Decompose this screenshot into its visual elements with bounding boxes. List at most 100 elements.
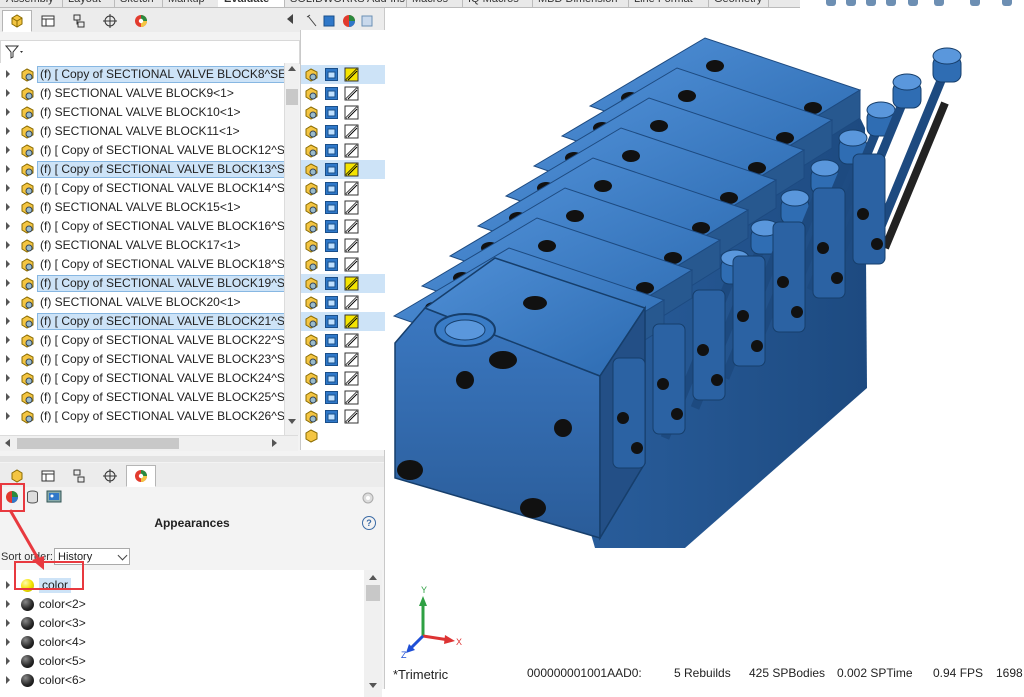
appearance-swatch-icon[interactable] — [344, 352, 359, 367]
appearance-swatch-icon[interactable] — [344, 219, 359, 234]
valve-block-model[interactable]: Y X Z — [385, 8, 1024, 689]
display-mode-icon[interactable] — [324, 352, 339, 367]
display-mode-icon[interactable] — [324, 390, 339, 405]
display-mode-icon[interactable] — [324, 200, 339, 215]
tree-item[interactable]: (f) SECTIONAL VALVE BLOCK15<1> — [0, 198, 284, 217]
appearance-swatch-icon[interactable] — [344, 143, 359, 158]
appearance-swatch-icon[interactable] — [344, 409, 359, 424]
tree-item[interactable]: (f) SECTIONAL VALVE BLOCK20<1> — [0, 293, 284, 312]
tree-scroll-thumb[interactable] — [286, 89, 298, 105]
tree-item[interactable]: (f) [ Copy of SECTIONAL VALVE BLOCK14^SE… — [0, 179, 284, 198]
appearance-scroll-thumb[interactable] — [366, 585, 380, 601]
expand-arrow-icon[interactable] — [6, 279, 10, 287]
display-pane-row[interactable] — [301, 369, 385, 388]
appearance-list-item[interactable]: color<4> — [0, 633, 364, 652]
ribbon-tab[interactable]: Sketch — [114, 0, 163, 7]
display-pane-row[interactable] — [301, 141, 385, 160]
expand-arrow-icon[interactable] — [6, 127, 10, 135]
expand-arrow-icon[interactable] — [6, 146, 10, 154]
expand-arrow-icon[interactable] — [6, 600, 10, 608]
expand-arrow-icon[interactable] — [6, 89, 10, 97]
expand-arrow-icon[interactable] — [6, 222, 10, 230]
tree-item[interactable]: (f) [ Copy of SECTIONAL VALVE BLOCK22^SE… — [0, 331, 284, 350]
display-style-icon[interactable] — [934, 0, 944, 6]
component-visible-icon[interactable] — [304, 295, 319, 310]
expand-arrow-icon[interactable] — [6, 412, 10, 420]
tree-item[interactable]: (f) [ Copy of SECTIONAL VALVE BLOCK26^SE… — [0, 407, 284, 426]
propertymanager-tab[interactable] — [33, 10, 63, 32]
appearance-list-item[interactable]: color<3> — [0, 614, 364, 633]
component-visible-icon[interactable] — [304, 105, 319, 120]
component-visible-icon[interactable] — [304, 219, 319, 234]
display-mode-icon[interactable] — [324, 314, 339, 329]
expand-arrow-icon[interactable] — [6, 355, 10, 363]
display-pane-row[interactable] — [301, 160, 385, 179]
component-visible-icon[interactable] — [304, 409, 319, 424]
ribbon-tab[interactable]: Evaluate — [218, 0, 285, 7]
display-pane-row[interactable] — [301, 426, 385, 445]
appearance-swatch-icon[interactable] — [344, 181, 359, 196]
previous-view-icon[interactable] — [866, 0, 876, 6]
appearance-swatch-icon[interactable] — [344, 295, 359, 310]
display-mode-icon[interactable] — [324, 67, 339, 82]
component-visible-icon[interactable] — [304, 352, 319, 367]
tree-item[interactable]: (f) [ Copy of SECTIONAL VALVE BLOCK18^SE… — [0, 255, 284, 274]
tree-horizontal-scrollbar[interactable] — [0, 435, 298, 451]
ribbon-tab[interactable]: Macros — [406, 0, 463, 7]
display-pane-row[interactable] — [301, 217, 385, 236]
expand-arrow-icon[interactable] — [6, 676, 10, 684]
display-mode-icon[interactable] — [324, 124, 339, 139]
help-icon[interactable]: ? — [362, 516, 376, 530]
appearance-swatch-icon[interactable] — [344, 67, 359, 82]
appearance-list-item[interactable]: color<5> — [0, 652, 364, 671]
expand-arrow-icon[interactable] — [6, 70, 10, 78]
display-pane-row[interactable] — [301, 255, 385, 274]
display-pane-row[interactable] — [301, 350, 385, 369]
configurationmanager-tab[interactable] — [64, 10, 94, 32]
component-visible-icon[interactable] — [304, 428, 319, 443]
display-pane-row[interactable] — [301, 236, 385, 255]
display-pane-row[interactable] — [301, 198, 385, 217]
tree-item[interactable]: (f) [ Copy of SECTIONAL VALVE BLOCK19^SE… — [0, 274, 284, 293]
ribbon-tab[interactable]: Line Format — [628, 0, 709, 7]
component-visible-icon[interactable] — [304, 200, 319, 215]
section-view-icon[interactable] — [886, 0, 896, 6]
component-visible-icon[interactable] — [304, 124, 319, 139]
ribbon-tab[interactable]: Assembly — [0, 0, 63, 7]
component-visible-icon[interactable] — [304, 238, 319, 253]
display-mode-icon[interactable] — [324, 219, 339, 234]
display-mode-icon[interactable] — [324, 105, 339, 120]
display-pane-row[interactable] — [301, 84, 385, 103]
display-mode-icon[interactable] — [324, 238, 339, 253]
tree-item[interactable]: (f) SECTIONAL VALVE BLOCK17<1> — [0, 236, 284, 255]
component-visible-icon[interactable] — [304, 181, 319, 196]
view-orientation-icon[interactable] — [908, 0, 918, 6]
expand-arrow-icon[interactable] — [6, 317, 10, 325]
appearance-list-scrollbar[interactable] — [364, 570, 382, 697]
tree-item[interactable]: (f) SECTIONAL VALVE BLOCK9<1> — [0, 84, 284, 103]
tree-filter-bar[interactable] — [0, 40, 300, 64]
appearance-swatch-icon[interactable] — [344, 333, 359, 348]
tree-item[interactable]: (f) [ Copy of SECTIONAL VALVE BLOCK25^SE… — [0, 388, 284, 407]
expand-arrow-icon[interactable] — [6, 165, 10, 173]
expand-arrow-icon[interactable] — [6, 203, 10, 211]
display-pane-row[interactable] — [301, 179, 385, 198]
component-visible-icon[interactable] — [304, 276, 319, 291]
display-pane-row[interactable] — [301, 274, 385, 293]
scroll-right-arrow-icon[interactable] — [272, 439, 277, 447]
display-mode-icon[interactable] — [324, 257, 339, 272]
zoom-fit-icon[interactable] — [826, 0, 836, 6]
scroll-down-arrow-icon[interactable] — [288, 419, 296, 424]
lower-displaymanager-tab[interactable] — [126, 465, 156, 487]
display-mode-icon[interactable] — [324, 295, 339, 310]
scroll-left-arrow-icon[interactable] — [5, 439, 10, 447]
tree-item[interactable]: (f) [ Copy of SECTIONAL VALVE BLOCK24^SE… — [0, 369, 284, 388]
display-pane-row[interactable] — [301, 388, 385, 407]
tree-item[interactable]: (f) SECTIONAL VALVE BLOCK10<1> — [0, 103, 284, 122]
expand-arrow-icon[interactable] — [6, 581, 10, 589]
component-visible-icon[interactable] — [304, 86, 319, 101]
component-visible-icon[interactable] — [304, 143, 319, 158]
expand-arrow-icon[interactable] — [6, 638, 10, 646]
display-mode-icon[interactable] — [324, 86, 339, 101]
expand-arrow-icon[interactable] — [6, 657, 10, 665]
